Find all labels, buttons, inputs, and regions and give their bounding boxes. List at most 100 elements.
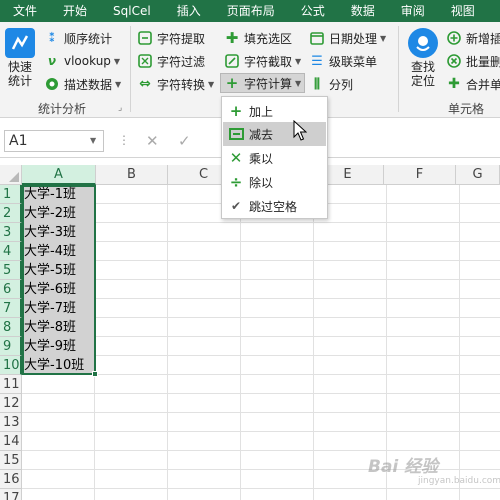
menu-insert[interactable]: 插入 <box>164 0 214 22</box>
menu-review[interactable]: 审阅 <box>388 0 438 22</box>
seq-stats-button[interactable]: ⁑ 顺序统计 <box>44 28 112 48</box>
row-header-5[interactable]: 5 <box>0 261 22 280</box>
plus-icon: + <box>229 102 243 120</box>
new-insert-button[interactable]: 新增插 <box>446 28 500 48</box>
cascade-menu-label: 级联菜单 <box>329 54 378 69</box>
char-filter-button[interactable]: 字符过滤 <box>137 51 205 71</box>
date-proc-button[interactable]: 日期处理 ▼ <box>309 28 386 48</box>
char-extract-label: 字符提取 <box>157 31 206 46</box>
select-all-corner[interactable] <box>0 165 22 185</box>
menu-item-label: 跳过空格 <box>249 199 298 214</box>
enter-icon[interactable]: ✓ <box>178 132 191 150</box>
chevron-down-icon: ▼ <box>380 33 387 43</box>
column-header-g[interactable]: G <box>456 165 500 185</box>
char-cut-button[interactable]: 字符截取 ▼ <box>224 51 301 71</box>
merge-cells-button[interactable]: ✚ 合并单 <box>446 74 500 94</box>
chevron-down-icon: ▼ <box>115 79 122 89</box>
char-cut-icon <box>224 53 240 69</box>
batch-delete-button[interactable]: 批量删 <box>446 51 500 71</box>
row-header-12[interactable]: 12 <box>0 394 22 413</box>
name-box[interactable]: A1 <box>4 130 104 152</box>
menu-page-layout[interactable]: 页面布局 <box>214 0 288 22</box>
date-proc-label: 日期处理 <box>329 31 378 46</box>
fill-select-button[interactable]: ✚ 填充选区 <box>224 28 292 48</box>
menu-item-add[interactable]: + 加上 <box>223 99 326 123</box>
convert-arrows-icon: ⇔ <box>139 76 151 92</box>
cell-a9[interactable]: 大学-9班 <box>24 337 76 356</box>
char-calc-button[interactable]: + 字符计算 ▼ <box>220 73 306 93</box>
dialog-launcher-icon[interactable]: ⌟ <box>118 103 122 113</box>
cell-a8[interactable]: 大学-8班 <box>24 318 76 337</box>
cell-a4[interactable]: 大学-4班 <box>24 242 76 261</box>
column-header-b[interactable]: B <box>96 165 168 185</box>
menu-sqlcel[interactable]: SqlCel <box>100 0 164 22</box>
char-extract-icon <box>137 30 153 46</box>
describe-data-label: 描述数据 <box>64 77 113 92</box>
new-insert-label: 新增插 <box>466 31 500 46</box>
row-header-15[interactable]: 15 <box>0 451 22 470</box>
char-calc-label: 字符计算 <box>244 76 293 91</box>
menu-home[interactable]: 开始 <box>50 0 100 22</box>
menu-item-divide[interactable]: ÷ 除以 <box>223 170 326 194</box>
menu-file[interactable]: 文件 <box>0 0 50 22</box>
cell-a1[interactable]: 大学-1班 <box>24 185 76 204</box>
quick-stats-button[interactable]: 快速 统计 <box>3 28 37 88</box>
column-header-a[interactable]: A <box>22 165 96 185</box>
chevron-down-icon: ▼ <box>295 56 302 66</box>
menu-item-skip-blanks[interactable]: ✔ 跳过空格 <box>223 194 326 218</box>
cell-a7[interactable]: 大学-7班 <box>24 299 76 318</box>
split-col-button[interactable]: ⫼ 分列 <box>309 74 353 94</box>
menu-data[interactable]: 数据 <box>338 0 388 22</box>
char-convert-button[interactable]: ⇔ 字符转换 ▼ <box>137 74 214 94</box>
row-header-4[interactable]: 4 <box>0 242 22 261</box>
cancel-icon[interactable]: ✕ <box>146 132 159 150</box>
cell-a5[interactable]: 大学-5班 <box>24 261 76 280</box>
row-header-13[interactable]: 13 <box>0 413 22 432</box>
minus-box-icon <box>223 128 249 140</box>
batch-delete-label: 批量删 <box>466 54 500 69</box>
group-label-stats: 统计分析 <box>38 102 87 116</box>
describe-data-icon <box>44 76 60 92</box>
calendar-icon <box>309 30 325 46</box>
seq-stats-label: 顺序统计 <box>64 31 113 46</box>
formula-bar-grip-icon: ⋮ <box>118 133 130 147</box>
row-header-6[interactable]: 6 <box>0 280 22 299</box>
cell-a2[interactable]: 大学-2班 <box>24 204 76 223</box>
row-header-9[interactable]: 9 <box>0 337 22 356</box>
char-calc-dropdown: + 加上 减去 ✕ 乘以 ÷ 除以 ✔ 跳过空格 <box>221 96 328 219</box>
row-header-11[interactable]: 11 <box>0 375 22 394</box>
describe-data-button[interactable]: 描述数据 ▼ <box>44 74 121 94</box>
row-header-16[interactable]: 16 <box>0 470 22 489</box>
delete-circle-icon <box>446 53 462 69</box>
row-header-2[interactable]: 2 <box>0 204 22 223</box>
column-header-f[interactable]: F <box>384 165 456 185</box>
menu-view[interactable]: 视图 <box>438 0 488 22</box>
split-col-label: 分列 <box>329 77 354 92</box>
cascade-menu-button[interactable]: ☰ 级联菜单 <box>309 51 377 71</box>
row-header-10[interactable]: 10 <box>0 356 22 375</box>
char-extract-button[interactable]: 字符提取 <box>137 28 205 48</box>
row-header-17[interactable]: 17 <box>0 489 22 500</box>
vlookup-button[interactable]: ν vlookup ▼ <box>44 51 120 71</box>
cell-a6[interactable]: 大学-6班 <box>24 280 76 299</box>
row-header-7[interactable]: 7 <box>0 299 22 318</box>
cell-a10[interactable]: 大学-10班 <box>24 356 84 375</box>
menu-item-multiply[interactable]: ✕ 乘以 <box>223 146 326 170</box>
char-convert-label: 字符转换 <box>157 77 206 92</box>
find-locate-button[interactable]: 查找 定位 <box>405 28 441 88</box>
fill-plus-icon: ✚ <box>225 29 239 47</box>
cell-a3[interactable]: 大学-3班 <box>24 223 76 242</box>
times-icon: ✕ <box>229 149 243 167</box>
row-header-1[interactable]: 1 <box>0 185 22 204</box>
row-header-3[interactable]: 3 <box>0 223 22 242</box>
row-header-14[interactable]: 14 <box>0 432 22 451</box>
divide-icon: ÷ <box>229 173 243 191</box>
row-header-8[interactable]: 8 <box>0 318 22 337</box>
fill-handle[interactable] <box>92 371 98 377</box>
group-label-cells: 单元格 <box>448 102 485 116</box>
chevron-down-icon[interactable]: ▼ <box>90 136 96 145</box>
menu-formulas[interactable]: 公式 <box>288 0 338 22</box>
menu-item-subtract[interactable]: 减去 <box>223 122 326 146</box>
quick-stats-label: 快速 统计 <box>7 60 32 88</box>
menu-item-label: 乘以 <box>249 151 274 166</box>
